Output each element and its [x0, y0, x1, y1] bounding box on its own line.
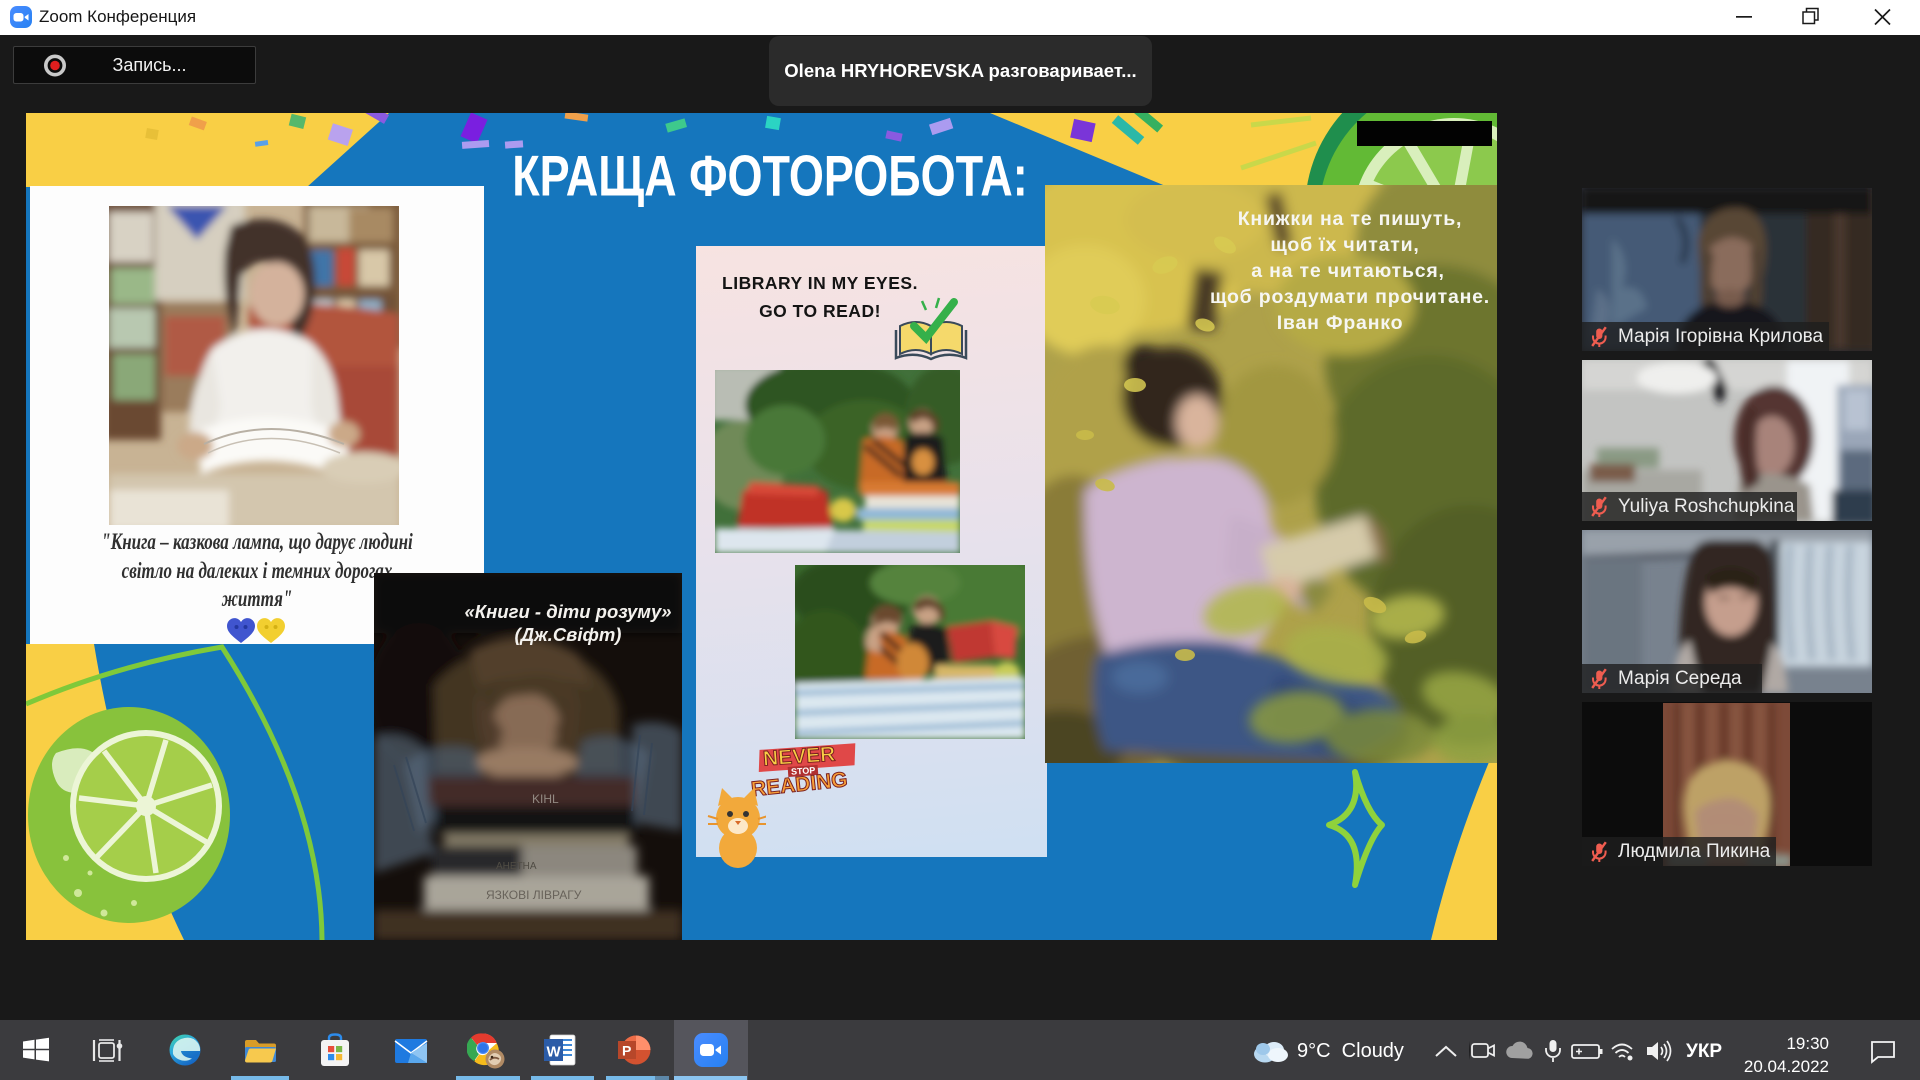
svg-text:Іван Франко: Іван Франко — [1277, 312, 1404, 334]
svg-text:W: W — [547, 1044, 562, 1061]
svg-text:Книжки на те пишуть,: Книжки на те пишуть, — [1238, 208, 1463, 230]
svg-text:щоб їх читати,: щоб їх читати, — [1270, 234, 1419, 256]
svg-text:щоб роздумати прочитане.: щоб роздумати прочитане. — [1210, 286, 1490, 308]
svg-text:а на те читаються,: а на те читаються, — [1251, 260, 1445, 282]
svg-text:P: P — [622, 1043, 631, 1059]
